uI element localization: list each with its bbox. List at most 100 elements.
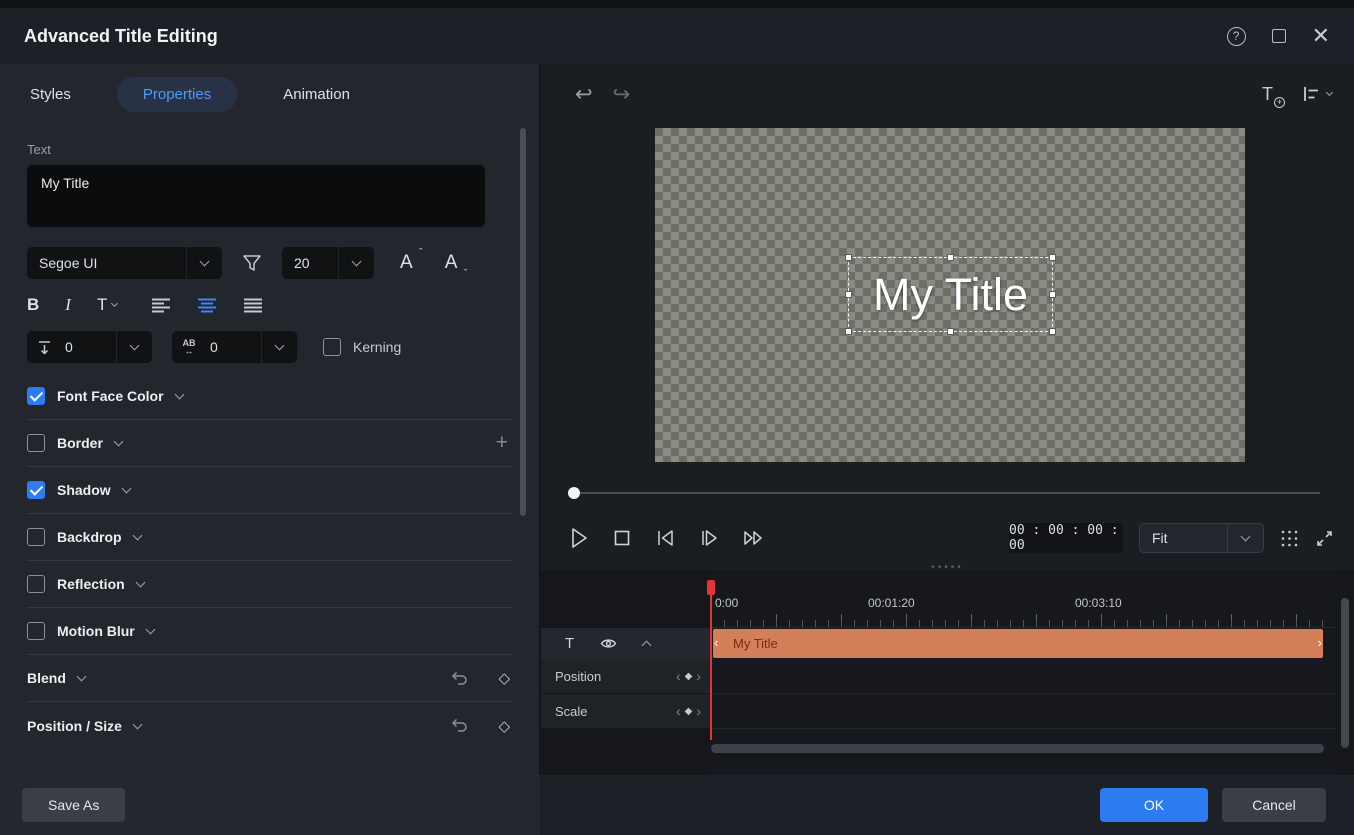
kerning-checkbox[interactable]	[323, 338, 341, 356]
chevron-down-icon[interactable]	[76, 672, 86, 682]
tab-styles[interactable]: Styles	[30, 86, 71, 103]
reset-icon[interactable]	[451, 671, 468, 686]
previous-keyframe-button[interactable]: ‹	[676, 706, 681, 716]
play-button[interactable]	[569, 527, 589, 549]
properties-panel: Styles Properties Animation Text My Titl…	[0, 64, 540, 775]
preview-toolbar: ↩ ↪ T+	[541, 64, 1354, 124]
font-size-select[interactable]: 20	[282, 247, 374, 279]
tab-animation[interactable]: Animation	[283, 86, 350, 103]
timeline-ruler[interactable]: 0:00 00:01:20 00:03:10	[711, 570, 1336, 628]
save-as-button[interactable]: Save As	[22, 788, 125, 822]
align-center-button[interactable]	[197, 298, 217, 313]
previous-frame-button[interactable]	[655, 529, 675, 547]
reflection-checkbox[interactable]	[27, 575, 45, 593]
clip-trim-left-handle[interactable]: ‹	[714, 636, 718, 649]
shadow-checkbox[interactable]	[27, 481, 45, 499]
border-checkbox[interactable]	[27, 434, 45, 452]
letter-spacing-input[interactable]: AB ↔ 0	[172, 331, 297, 363]
next-keyframe-button[interactable]: ›	[696, 706, 701, 716]
fullscreen-icon[interactable]	[1315, 529, 1334, 548]
help-icon[interactable]: ?	[1227, 27, 1246, 46]
letter-spacing-dropdown-button[interactable]	[261, 331, 297, 363]
resize-handle[interactable]	[845, 254, 852, 261]
zoom-dropdown-button[interactable]	[1227, 524, 1263, 552]
cancel-button[interactable]: Cancel	[1222, 788, 1326, 822]
chevron-down-icon[interactable]	[113, 437, 123, 447]
track-text-icon[interactable]: T	[565, 635, 574, 652]
scale-keyframe-lane[interactable]	[711, 694, 1336, 729]
resize-handle[interactable]	[1049, 328, 1056, 335]
zoom-select[interactable]: Fit	[1139, 523, 1264, 553]
title-clip-lane: My Title ‹ ›	[711, 628, 1336, 659]
resize-handle[interactable]	[947, 328, 954, 335]
backdrop-checkbox[interactable]	[27, 528, 45, 546]
chevron-down-icon[interactable]	[174, 390, 184, 400]
resize-handle[interactable]	[845, 328, 852, 335]
next-frame-button[interactable]	[699, 529, 719, 547]
align-justify-button[interactable]	[243, 298, 263, 313]
seek-knob[interactable]	[568, 487, 580, 499]
maximize-icon[interactable]	[1272, 29, 1286, 43]
add-keyframe-button[interactable]: ◆	[685, 671, 693, 682]
seek-slider[interactable]	[568, 487, 1320, 499]
stop-button[interactable]	[613, 529, 631, 547]
redo-icon[interactable]: ↪	[613, 82, 631, 107]
seek-track[interactable]	[568, 492, 1320, 494]
collapse-icon[interactable]	[642, 640, 652, 650]
playhead[interactable]	[710, 580, 712, 740]
add-text-icon[interactable]: T+	[1262, 84, 1281, 105]
title-clip[interactable]: My Title ‹ ›	[713, 629, 1323, 658]
playhead-handle[interactable]	[707, 580, 715, 595]
visibility-icon[interactable]	[600, 637, 617, 650]
line-spacing-dropdown-button[interactable]	[116, 331, 152, 363]
font-family-select[interactable]: Segoe UI	[27, 247, 222, 279]
text-style-button[interactable]: T	[97, 295, 117, 315]
resize-handle[interactable]	[1049, 291, 1056, 298]
grid-icon[interactable]	[1280, 529, 1299, 548]
h-scrollbar-thumb[interactable]	[711, 744, 1324, 753]
keyframe-icon[interactable]: ◇	[498, 717, 510, 735]
ok-button[interactable]: OK	[1100, 788, 1208, 822]
clip-trim-right-handle[interactable]: ›	[1318, 636, 1322, 649]
preview-title-text[interactable]: My Title	[873, 269, 1028, 321]
position-keyframe-lane[interactable]	[711, 659, 1336, 694]
font-family-dropdown-button[interactable]	[186, 247, 222, 279]
bold-button[interactable]: B	[27, 295, 39, 315]
italic-button[interactable]: I	[65, 295, 71, 315]
next-keyframe-button[interactable]: ›	[696, 671, 701, 681]
preview-canvas[interactable]: My Title	[655, 128, 1245, 462]
chevron-down-icon[interactable]	[145, 625, 155, 635]
chevron-down-icon[interactable]	[132, 531, 142, 541]
previous-keyframe-button[interactable]: ‹	[676, 671, 681, 681]
increase-font-size-button[interactable]: Aˆ	[400, 252, 421, 274]
resize-handle[interactable]	[947, 254, 954, 261]
chevron-down-icon[interactable]	[121, 484, 131, 494]
add-border-button[interactable]: +	[496, 431, 508, 455]
font-face-color-checkbox[interactable]	[27, 387, 45, 405]
reset-icon[interactable]	[451, 718, 468, 733]
line-spacing-input[interactable]: 0	[27, 331, 152, 363]
decrease-font-size-button[interactable]: Aˇ	[445, 252, 466, 274]
blend-row: Blend ◇	[27, 655, 512, 702]
undo-icon[interactable]: ↩	[575, 82, 593, 107]
close-icon[interactable]: ✕	[1312, 29, 1330, 43]
align-left-button[interactable]	[151, 298, 171, 313]
fast-forward-button[interactable]	[743, 530, 763, 546]
font-size-dropdown-button[interactable]	[338, 247, 374, 279]
timeline-h-scrollbar[interactable]	[711, 744, 1328, 753]
left-panel-scrollbar[interactable]	[520, 128, 526, 516]
add-keyframe-button[interactable]: ◆	[685, 706, 693, 717]
title-selection-box[interactable]: My Title	[848, 257, 1053, 332]
timeline-v-scrollbar[interactable]	[1341, 598, 1349, 748]
chevron-down-icon[interactable]	[135, 578, 145, 588]
motion-blur-checkbox[interactable]	[27, 622, 45, 640]
resize-handle[interactable]	[1049, 254, 1056, 261]
preview-panel: ↩ ↪ T+ My Title	[541, 64, 1354, 775]
filter-icon[interactable]	[242, 254, 262, 272]
keyframe-icon[interactable]: ◇	[498, 669, 510, 687]
title-text-input[interactable]: My Title	[27, 165, 485, 227]
chevron-down-icon[interactable]	[132, 719, 142, 729]
tab-properties[interactable]: Properties	[117, 77, 237, 112]
resize-handle[interactable]	[845, 291, 852, 298]
text-align-dropdown[interactable]	[1303, 86, 1332, 102]
